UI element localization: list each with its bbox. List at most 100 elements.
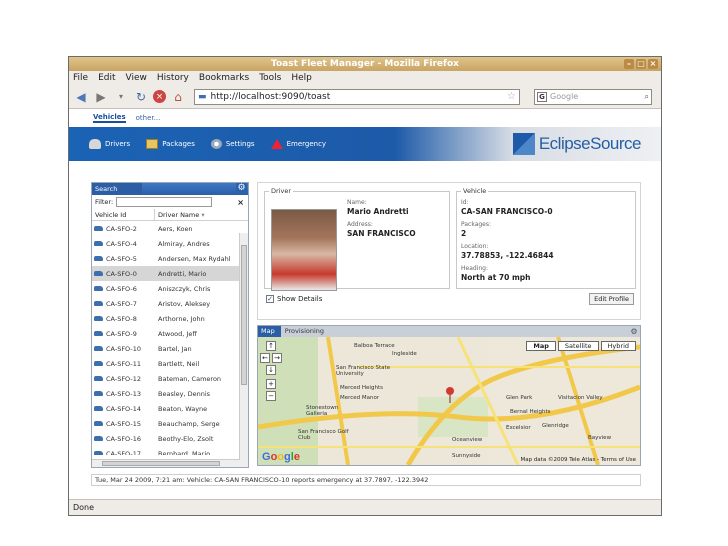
map-type-satellite[interactable]: Satellite: [557, 341, 599, 351]
nav-emergency[interactable]: Emergency: [270, 139, 326, 149]
table-row[interactable]: CA-SFO-15 Beauchamp, Serge: [92, 416, 248, 431]
pan-right-icon[interactable]: →: [272, 353, 282, 363]
tab-map[interactable]: Map: [258, 326, 281, 337]
driver-name-cell: Andersen, Max Rydahl: [158, 254, 231, 263]
driver-name-cell: Arthorne, John: [158, 314, 205, 323]
menu-view[interactable]: View: [126, 71, 147, 85]
vehicle-id-cell: CA-SFO-0: [92, 270, 154, 278]
gear-icon: [210, 139, 222, 149]
table-row[interactable]: CA-SFO-14 Beaton, Wayne: [92, 401, 248, 416]
pan-left-icon[interactable]: ←: [260, 353, 270, 363]
vertical-scrollbar[interactable]: [239, 233, 248, 467]
menu-bar: File Edit View History Bookmarks Tools H…: [69, 71, 661, 85]
reload-icon[interactable]: ↻: [133, 89, 149, 105]
table-row[interactable]: CA-SFO-9 Atwood, Jeff: [92, 326, 248, 341]
menu-help[interactable]: Help: [291, 71, 312, 85]
tab-other[interactable]: other...: [136, 114, 161, 122]
stop-icon[interactable]: ×: [153, 90, 166, 103]
minimize-icon[interactable]: –: [624, 59, 634, 69]
driver-name-cell: Almiray, Andres: [158, 239, 210, 248]
tab-vehicles[interactable]: Vehicles: [93, 113, 126, 123]
table-row[interactable]: CA-SFO-2 Aers, Koen: [92, 221, 248, 236]
menu-edit[interactable]: Edit: [98, 71, 115, 85]
pan-up-icon[interactable]: ↑: [266, 341, 276, 351]
column-driver-name[interactable]: Driver Name ▾: [154, 209, 240, 220]
hscroll-thumb[interactable]: [102, 461, 220, 466]
menu-file[interactable]: File: [73, 71, 88, 85]
table-row[interactable]: CA-SFO-5 Andersen, Max Rydahl: [92, 251, 248, 266]
event-status-line: Tue, Mar 24 2009, 7:21 am: Vehicle: CA-S…: [91, 474, 641, 486]
table-row[interactable]: CA-SFO-8 Arthorne, John: [92, 311, 248, 326]
back-icon[interactable]: ◀: [73, 89, 89, 105]
car-icon: [94, 451, 103, 455]
clear-filter-icon[interactable]: ×: [237, 198, 248, 207]
filter-input[interactable]: [116, 197, 213, 207]
zoom-in-icon[interactable]: +: [266, 379, 276, 389]
table-row[interactable]: CA-SFO-7 Aristov, Aleksey: [92, 296, 248, 311]
tab-search[interactable]: Search: [92, 183, 142, 195]
site-icon: ▬: [198, 91, 207, 102]
table-row[interactable]: CA-SFO-13 Beasley, Dennis: [92, 386, 248, 401]
search-placeholder: Google: [550, 92, 579, 101]
show-details-toggle[interactable]: ✓ Show Details: [266, 295, 322, 303]
browser-window: Toast Fleet Manager - Mozilla Firefox – …: [68, 56, 662, 516]
map-label: Glen Park: [506, 395, 533, 401]
menu-bookmarks[interactable]: Bookmarks: [199, 71, 249, 85]
bookmark-star-icon[interactable]: ☆: [507, 91, 519, 102]
nav-settings[interactable]: Settings: [210, 139, 255, 149]
google-map[interactable]: ↑ ← → ↓ + − Map Satellite Hybrid Balboa …: [258, 337, 640, 465]
url-bar[interactable]: ▬ http://localhost:9090/toast ☆: [194, 88, 520, 105]
browser-status-bar: Done: [69, 499, 661, 515]
scroll-thumb[interactable]: [241, 245, 247, 385]
nav-packages[interactable]: Packages: [146, 139, 195, 149]
horizontal-scrollbar[interactable]: [92, 459, 240, 467]
table-row[interactable]: CA-SFO-17 Bernhard, Mario: [92, 446, 248, 455]
vehicle-id-cell: CA-SFO-6: [92, 285, 154, 293]
map-label: Balboa Terrace: [354, 343, 395, 349]
gear-icon[interactable]: ⚙: [629, 326, 639, 337]
map-credit[interactable]: Map data ©2009 Tele Atlas - Terms of Use: [520, 457, 636, 463]
driver-name-cell: Atwood, Jeff: [158, 329, 197, 338]
nav-drivers[interactable]: Drivers: [89, 139, 130, 149]
google-engine-icon[interactable]: G: [537, 91, 547, 102]
map-label: Bernal Heights: [510, 409, 551, 415]
search-box[interactable]: G Google ⌕: [534, 88, 652, 105]
driver-name-cell: Bateman, Cameron: [158, 374, 222, 383]
table-row[interactable]: CA-SFO-11 Bartlett, Neil: [92, 356, 248, 371]
vehicle-id-cell: CA-SFO-13: [92, 390, 154, 398]
forward-icon[interactable]: ▶: [93, 89, 109, 105]
maximize-icon[interactable]: □: [636, 59, 646, 69]
home-icon[interactable]: ⌂: [170, 89, 186, 105]
menu-tools[interactable]: Tools: [259, 71, 281, 85]
map-label: San Francisco Golf Club: [298, 429, 349, 441]
pan-down-icon[interactable]: ↓: [266, 365, 276, 375]
logo-text: EclipseSource: [538, 134, 642, 153]
table-row[interactable]: CA-SFO-0 Andretti, Mario: [92, 266, 248, 281]
vehicle-id-cell: CA-SFO-14: [92, 405, 154, 413]
filter-row: Filter: ×: [92, 195, 248, 209]
map-type-hybrid[interactable]: Hybrid: [600, 341, 636, 351]
table-row[interactable]: CA-SFO-12 Bateman, Cameron: [92, 371, 248, 386]
id-label: Id:: [461, 199, 469, 206]
map-label: Glenridge: [542, 423, 569, 429]
show-details-checkbox[interactable]: ✓: [266, 295, 274, 303]
tab-provisioning[interactable]: Provisioning: [281, 326, 328, 337]
column-vehicle-id[interactable]: Vehicle Id: [92, 209, 154, 220]
close-icon[interactable]: ×: [648, 59, 658, 69]
table-row[interactable]: CA-SFO-16 Beothy-Elo, Zsolt: [92, 431, 248, 446]
menu-history[interactable]: History: [157, 71, 189, 85]
history-dropdown-icon[interactable]: ▾: [113, 89, 129, 105]
gear-icon[interactable]: ⚙: [236, 183, 247, 194]
zoom-out-icon[interactable]: −: [266, 391, 276, 401]
magnifier-icon[interactable]: ⌕: [645, 92, 651, 102]
table-row[interactable]: CA-SFO-4 Almiray, Andres: [92, 236, 248, 251]
title-bar: Toast Fleet Manager - Mozilla Firefox – …: [69, 57, 661, 71]
map-type-map[interactable]: Map: [526, 341, 556, 351]
driver-name-cell: Beasley, Dennis: [158, 389, 211, 398]
map-label: Visitacion Valley: [558, 395, 603, 401]
search-panel: Search ⚙ Filter: × Vehicle Id Driver Nam…: [91, 182, 249, 468]
car-icon: [94, 256, 103, 261]
table-row[interactable]: CA-SFO-6 Aniszczyk, Chris: [92, 281, 248, 296]
table-row[interactable]: CA-SFO-10 Bartel, Jan: [92, 341, 248, 356]
edit-profile-button[interactable]: Edit Profile: [589, 293, 634, 305]
